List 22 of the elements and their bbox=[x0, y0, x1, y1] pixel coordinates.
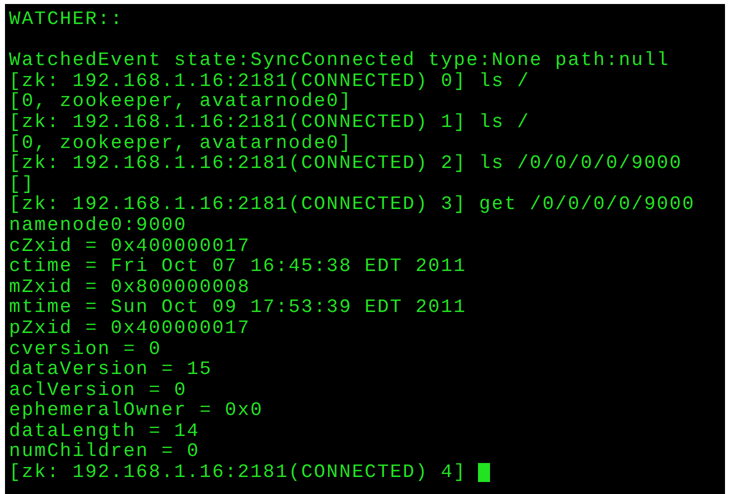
terminal-line: numChildren = 0 bbox=[9, 441, 200, 462]
terminal-line: cversion = 0 bbox=[9, 338, 162, 360]
terminal-line: [zk: 192.168.1.16:2181(CONNECTED) 0] ls / bbox=[9, 70, 530, 92]
terminal-line: [0, zookeeper, avatarnode0] bbox=[9, 91, 352, 112]
terminal-header: WATCHER:: bbox=[9, 9, 124, 30]
terminal-line: [zk: 192.168.1.16:2181(CONNECTED) 3] get /0/0/0/0/9000 bbox=[9, 194, 695, 215]
terminal-line: [zk: 192.168.1.16:2181(CONNECTED) 1] ls / bbox=[9, 112, 530, 133]
terminal-line: [] bbox=[9, 174, 34, 194]
terminal-line: dataVersion = 15 bbox=[9, 359, 212, 380]
terminal-line: [zk: 192.168.1.16:2181(CONNECTED) 2] ls /0/0/0/0/9000 bbox=[9, 153, 682, 174]
terminal-line: mZxid = 0x800000008 bbox=[9, 276, 250, 298]
terminal-line: namenode0:9000 bbox=[9, 214, 187, 236]
terminal-line: pZxid = 0x400000017 bbox=[9, 318, 250, 338]
terminal-line: cZxid = 0x400000017 bbox=[9, 236, 250, 256]
terminal-line: mtime = Sun Oct 09 17:53:39 EDT 2011 bbox=[9, 297, 466, 318]
terminal-line: ephemeralOwner = 0x0 bbox=[9, 400, 264, 421]
terminal-line: [0, zookeeper, avatarnode0] bbox=[9, 132, 352, 154]
terminal-line: ctime = Fri Oct 07 16:45:38 EDT 2011 bbox=[9, 256, 466, 277]
terminal-line: dataLength = 14 bbox=[9, 420, 200, 442]
terminal-line: WatchedEvent state:SyncConnected type:None path:null bbox=[9, 50, 670, 71]
prompt-line: [zk: 192.168.1.16:2181(CONNECTED) 4] bbox=[9, 462, 466, 483]
terminal-line: aclVersion = 0 bbox=[9, 380, 187, 400]
